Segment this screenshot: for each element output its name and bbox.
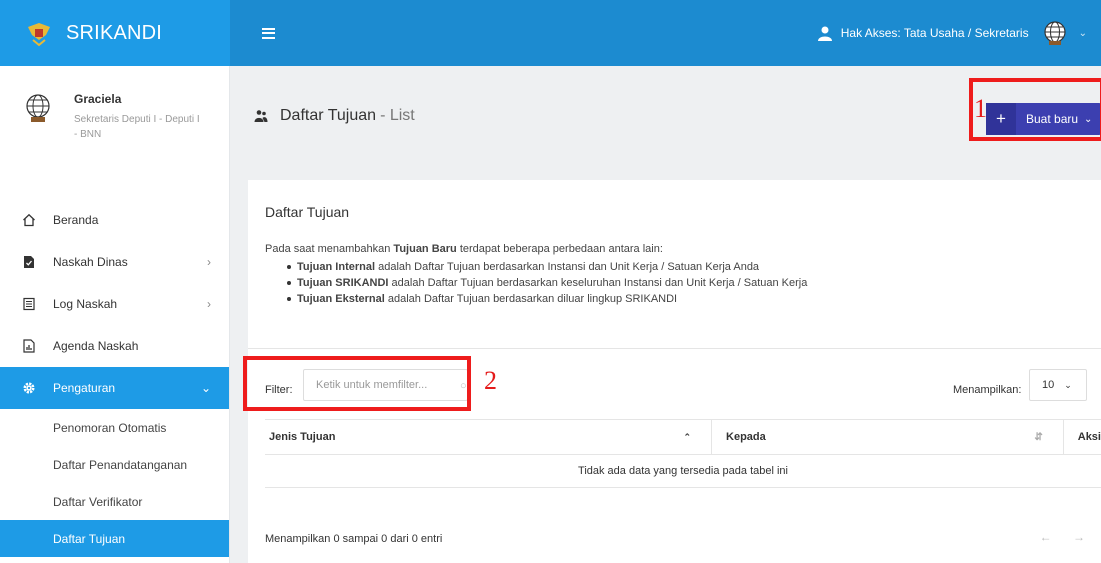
intro-text: Pada saat menambahkan Tujuan Baru terdap…: [265, 243, 663, 255]
sidebar-item-label: Pengaturan: [53, 381, 116, 395]
list-item: Tujuan Internal adalah Daftar Tujuan ber…: [287, 259, 807, 275]
sort-icon: ⇵: [1034, 431, 1043, 443]
sidebar: Graciela Sekretaris Deputi I - Deputi I …: [0, 66, 230, 563]
card-description: Pada saat menambahkan Tujuan Baru terdap…: [265, 241, 807, 307]
sidebar-item-label: Beranda: [53, 213, 99, 227]
user-icon: [817, 26, 832, 41]
list-item: Tujuan Eksternal adalah Daftar Tujuan be…: [287, 291, 807, 307]
chevron-right-icon: ›: [207, 297, 211, 311]
profile-name: Graciela: [74, 92, 122, 106]
garuda-logo-icon: [28, 23, 50, 47]
sidebar-subitem-daftar-verifikator[interactable]: Daftar Verifikator: [0, 483, 229, 520]
top-navbar: Hak Akses: Tata Usaha / Sekretaris ⌄: [230, 0, 1101, 66]
menu-toggle-icon[interactable]: [262, 27, 275, 39]
page-size-value: 10: [1042, 379, 1055, 391]
chevron-right-icon: ›: [207, 255, 211, 269]
table-info: Menampilkan 0 sampai 0 dari 0 entri: [265, 533, 443, 545]
page-size-label: Menampilkan:: [953, 384, 1022, 396]
table-empty-row: Tidak ada data yang tersedia pada tabel …: [265, 455, 1101, 488]
user-menu[interactable]: Hak Akses: Tata Usaha / Sekretaris ⌄: [817, 19, 1101, 47]
sidebar-subitem-penomoran-otomatis[interactable]: Penomoran Otomatis: [0, 409, 229, 446]
tujuan-card: Daftar Tujuan Pada saat menambahkan Tuju…: [243, 180, 1101, 563]
globe-avatar-icon[interactable]: [1041, 19, 1069, 47]
home-icon: [22, 213, 36, 227]
divider: [248, 348, 1101, 349]
chevron-down-icon: ⌄: [1064, 379, 1072, 390]
column-header-jenis-tujuan[interactable]: Jenis Tujuan ⌃: [265, 420, 711, 454]
gear-icon: [22, 381, 36, 395]
next-page-icon[interactable]: →: [1073, 530, 1085, 544]
users-icon: [254, 110, 268, 122]
annotation-number-2: 2: [484, 366, 497, 395]
chevron-down-icon[interactable]: ⌄: [1079, 28, 1087, 39]
page-subtitle: - List: [380, 107, 415, 124]
list-item: Tujuan SRIKANDI adalah Daftar Tujuan ber…: [287, 275, 807, 291]
page-header: Daftar Tujuan - List + Buat baru ⌄ 1: [231, 66, 1101, 173]
column-header-aksi: Aksi: [1062, 420, 1101, 454]
page-title: Daftar Tujuan - List: [254, 107, 415, 125]
sidebar-item-label: Naskah Dinas: [53, 255, 128, 269]
sort-asc-icon: ⌃: [683, 431, 692, 442]
prev-page-icon[interactable]: ←: [1040, 530, 1052, 544]
access-label: Hak Akses: Tata Usaha / Sekretaris: [840, 26, 1029, 40]
tujuan-types-list: Tujuan Internal adalah Daftar Tujuan ber…: [287, 259, 807, 307]
sidebar-item-log-naskah[interactable]: Log Naskah ›: [0, 283, 229, 325]
sidebar-item-agenda-naskah[interactable]: Agenda Naskah: [0, 325, 229, 367]
annotation-number-1: 1: [974, 94, 987, 123]
sidebar-item-naskah-dinas[interactable]: Naskah Dinas ›: [0, 241, 229, 283]
main-content: Daftar Tujuan - List + Buat baru ⌄ 1 Daf…: [231, 66, 1101, 563]
app-name[interactable]: SRIKANDI: [66, 22, 162, 45]
sidebar-subitem-daftar-tujuan[interactable]: Daftar Tujuan: [0, 520, 229, 557]
page-size-select[interactable]: 10 ⌄: [1029, 369, 1087, 401]
document-check-icon: [22, 255, 36, 269]
page-title-text: Daftar Tujuan: [280, 107, 377, 124]
newspaper-icon: [22, 297, 36, 311]
sidebar-item-label: Agenda Naskah: [53, 339, 139, 353]
card-title: Daftar Tujuan: [265, 204, 350, 220]
tujuan-table: Jenis Tujuan ⌃ Kepada ⇵ Aksi Tidak ada d…: [265, 419, 1101, 488]
report-icon: [22, 339, 36, 353]
brand-bar: SRIKANDI: [0, 0, 230, 66]
table-header: Jenis Tujuan ⌃ Kepada ⇵ Aksi: [265, 419, 1101, 455]
globe-avatar-icon: [26, 94, 50, 122]
highlight-box-1: [969, 78, 1101, 141]
sidebar-item-label: Log Naskah: [53, 297, 118, 311]
sidebar-subitem-daftar-penandatanganan[interactable]: Daftar Penandatanganan: [0, 446, 229, 483]
sidebar-item-pengaturan[interactable]: Pengaturan ⌄: [0, 367, 229, 409]
chevron-down-icon: ⌄: [200, 381, 211, 395]
user-profile: Graciela Sekretaris Deputi I - Deputi I …: [0, 66, 229, 199]
sidebar-item-beranda[interactable]: Beranda: [0, 199, 229, 241]
column-header-kepada[interactable]: Kepada ⇵: [711, 420, 1063, 454]
pagination: ← →: [1022, 530, 1085, 544]
profile-role: Sekretaris Deputi I - Deputi I - BNN: [74, 114, 200, 140]
highlight-box-2: [243, 356, 471, 411]
